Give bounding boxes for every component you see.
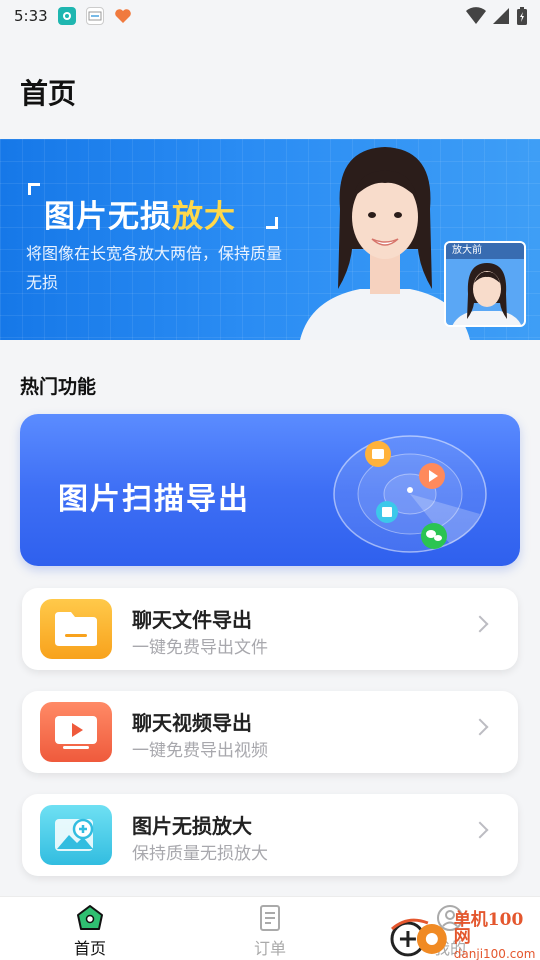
image-scan-export-card[interactable]: 图片扫描导出 (20, 414, 520, 566)
banner-title-main: 图片无损 (44, 199, 172, 235)
tab-home-label: 首页 (73, 939, 106, 958)
tab-orders[interactable]: 订单 (230, 903, 310, 959)
thumbnail-label: 放大前 (446, 243, 524, 259)
video-icon (40, 702, 112, 762)
watermark-text: 单机100网 danji100.com (453, 909, 540, 960)
home-icon (77, 905, 103, 930)
banner-title: 图片无损放大 (44, 191, 236, 236)
status-bar: 5:33 (0, 0, 540, 32)
folder-icon (40, 599, 112, 659)
chevron-right-icon (471, 615, 489, 633)
heart-notification-icon (114, 7, 132, 25)
chevron-right-icon (471, 821, 489, 839)
list-item-title: 聊天视频导出 (132, 711, 252, 735)
promo-banner[interactable]: 图片无损放大 将图像在长宽各放大两倍，保持质量无损 放大前 (0, 139, 540, 340)
list-item-subtitle: 一键免费导出文件 (132, 638, 268, 658)
bracket-decoration (266, 217, 278, 229)
order-icon (260, 905, 280, 931)
battery-icon (517, 7, 527, 25)
image-zoom-icon (40, 805, 112, 865)
feature-card-label: 图片扫描导出 (58, 482, 250, 517)
status-time: 5:33 (14, 7, 48, 25)
screen-notification-icon (85, 7, 104, 25)
watermark-sub: danji100.com (453, 946, 536, 960)
watermark-logo-icon (390, 918, 447, 957)
chat-video-export-item[interactable]: 聊天视频导出 一键免费导出视频 (22, 691, 518, 773)
radar-icon (333, 435, 487, 553)
tab-orders-label: 订单 (253, 939, 286, 958)
tab-home[interactable]: 首页 (50, 903, 130, 959)
status-indicators (466, 6, 528, 26)
app-notification-icon (57, 7, 76, 25)
list-item-title: 聊天文件导出 (132, 608, 252, 632)
site-watermark: 单机100网 danji100.com (388, 909, 540, 960)
page-title: 首页 (20, 77, 77, 110)
list-item-title: 图片无损放大 (132, 814, 252, 838)
before-thumbnail: 放大前 (444, 241, 526, 327)
banner-title-highlight: 放大 (172, 199, 236, 235)
list-item-subtitle: 保持质量无损放大 (132, 844, 268, 864)
signal-icon (493, 8, 509, 24)
bracket-decoration (28, 183, 40, 195)
section-title-hot: 热门功能 (20, 376, 97, 398)
banner-subtitle: 将图像在长宽各放大两倍，保持质量无损 (26, 244, 283, 292)
chat-file-export-item[interactable]: 聊天文件导出 一键免费导出文件 (22, 588, 518, 670)
watermark-main: 单机100网 (453, 909, 524, 947)
chevron-right-icon (471, 718, 489, 736)
list-item-subtitle: 一键免费导出视频 (132, 741, 268, 761)
wifi-icon (466, 7, 486, 24)
image-upscale-item[interactable]: 图片无损放大 保持质量无损放大 (22, 794, 518, 876)
